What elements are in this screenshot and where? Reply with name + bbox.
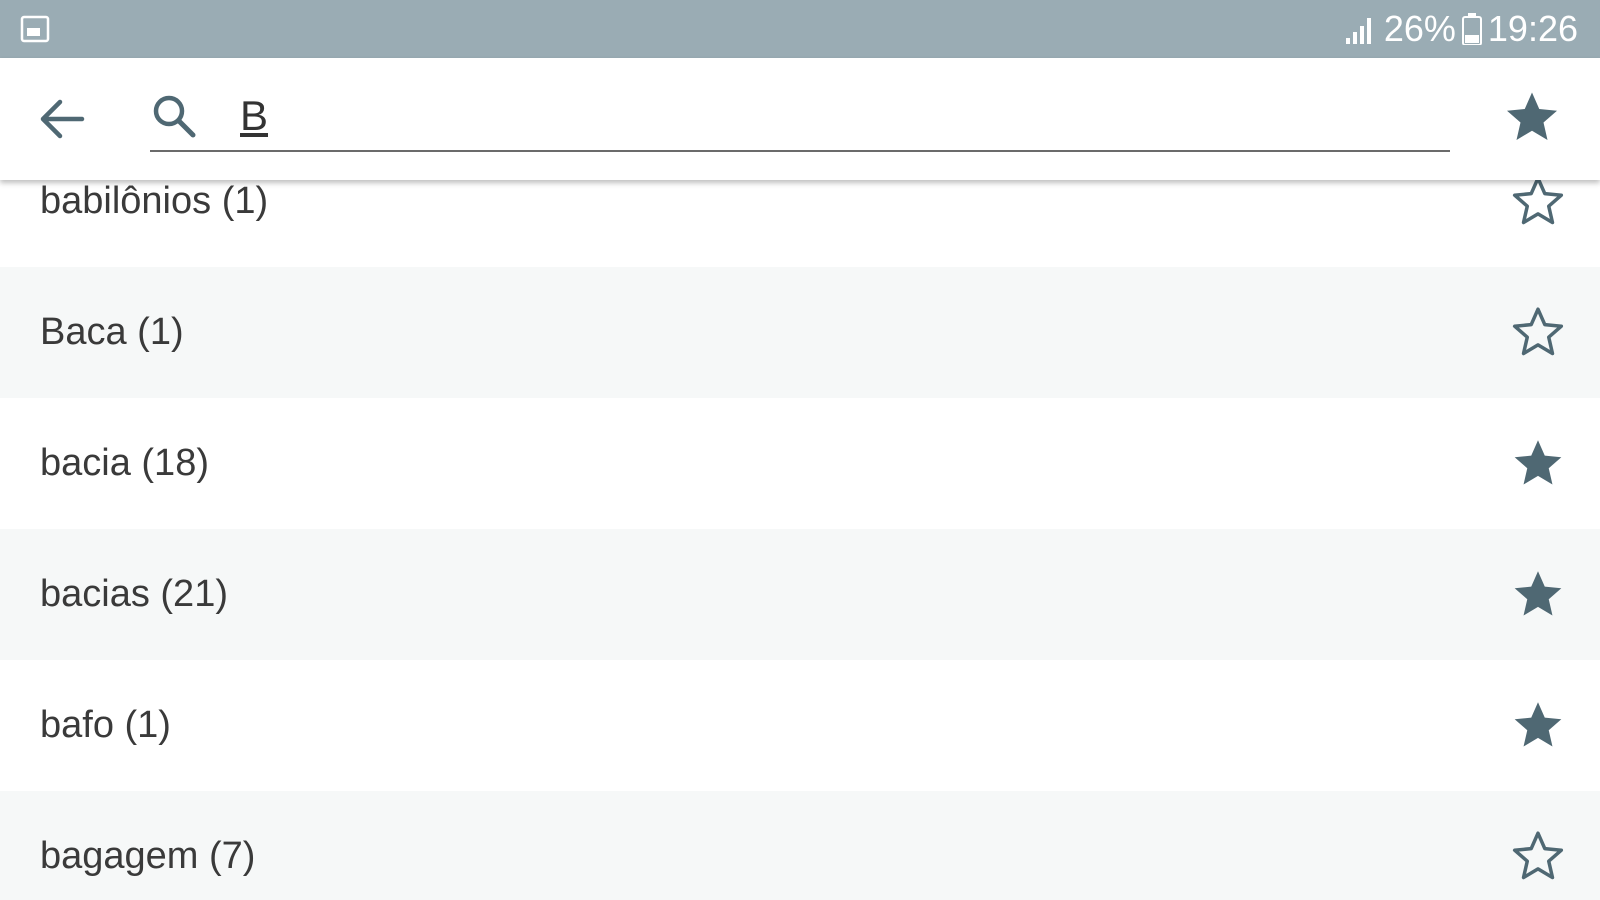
status-indicators: 26% 19:26 xyxy=(1344,0,1578,58)
list-item[interactable]: bagagem (7) xyxy=(0,791,1600,900)
list-item[interactable]: Baca (1) xyxy=(0,267,1600,398)
star-filled-icon[interactable] xyxy=(1510,567,1566,623)
list-item-label: Baca (1) xyxy=(40,311,184,353)
clock: 19:26 xyxy=(1487,8,1578,49)
star-outline-icon[interactable] xyxy=(1510,829,1566,885)
list-item[interactable]: babilônios (1) xyxy=(0,180,1600,267)
search-toolbar xyxy=(0,58,1600,180)
battery-icon xyxy=(1461,13,1482,45)
favorites-filter-star-icon[interactable] xyxy=(1502,88,1562,148)
status-bar: 26% 19:26 xyxy=(0,0,1600,58)
search-field[interactable] xyxy=(150,80,1450,152)
list-item-label: bagagem (7) xyxy=(40,835,256,877)
star-outline-icon[interactable] xyxy=(1510,180,1566,230)
star-filled-icon[interactable] xyxy=(1510,436,1566,492)
search-input[interactable] xyxy=(240,88,1420,144)
signal-icon xyxy=(1345,18,1371,44)
list-item-label: babilônios (1) xyxy=(40,180,269,222)
list-item-label: bacia (18) xyxy=(40,442,209,484)
battery-percent: 26% xyxy=(1383,8,1456,49)
result-list[interactable]: babilônios (1) Baca (1) bacia (18) bacias (… xyxy=(0,180,1600,900)
list-item-label: bafo (1) xyxy=(40,704,171,746)
list-item[interactable]: bafo (1) xyxy=(0,660,1600,791)
image-notification-icon xyxy=(20,15,50,43)
back-button[interactable] xyxy=(30,88,92,150)
star-filled-icon[interactable] xyxy=(1510,698,1566,754)
search-icon xyxy=(153,95,196,138)
list-item-label: bacias (21) xyxy=(40,573,228,615)
list-item[interactable]: bacia (18) xyxy=(0,398,1600,529)
arrow-back-icon xyxy=(40,99,85,139)
star-outline-icon[interactable] xyxy=(1510,305,1566,361)
list-item[interactable]: bacias (21) xyxy=(0,529,1600,660)
